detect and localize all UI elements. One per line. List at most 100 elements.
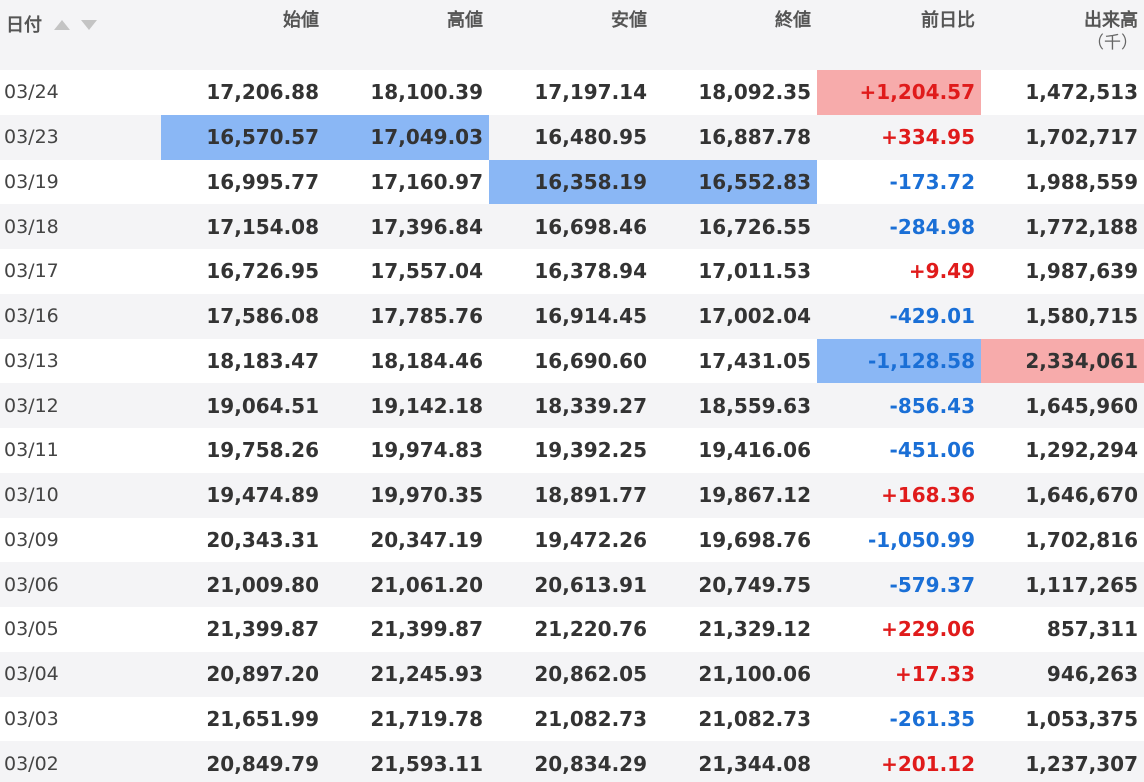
close-cell: 19,867.12 (653, 472, 817, 518)
table-row: 03/13 18,183.47 18,184.46 16,690.60 17,431.0… (0, 338, 1144, 384)
change-cell: -1,050.99 (868, 527, 975, 552)
close-cell: 16,887.78 (653, 114, 817, 160)
volume-cell: 1,580,715 (981, 293, 1144, 339)
high-cell: 21,719.78 (370, 706, 483, 731)
low-cell: 18,891.77 (489, 472, 653, 518)
date-cell: 03/19 (4, 170, 59, 193)
low-cell: 16,378.94 (534, 259, 647, 284)
low-cell: 16,690.60 (534, 348, 647, 373)
volume-cell: 1,646,670 (981, 472, 1144, 518)
high-cell: 21,399.87 (370, 617, 483, 642)
table-row: 03/05 21,399.87 21,399.87 21,220.76 21,329.1… (0, 607, 1144, 652)
date-cell: 03/03 (4, 707, 59, 730)
change-cell: -429.01 (817, 293, 981, 339)
table-row: 03/17 16,726.95 17,557.04 16,378.94 17,011.5… (0, 249, 1144, 294)
low-cell: 19,472.26 (534, 527, 647, 552)
change-cell: -579.37 (817, 562, 981, 607)
table-row: 03/24 17,206.88 18,100.39 17,197.14 18,092.3… (0, 70, 1144, 115)
date-header-label: 日付 (6, 15, 42, 36)
high-cell: 19,142.18 (325, 383, 489, 428)
sort-controls (54, 14, 100, 36)
sort-ascending-icon[interactable] (54, 20, 71, 30)
low-cell: 16,358.19 (489, 159, 653, 205)
change-cell: +334.95 (817, 114, 981, 160)
change-cell: +17.33 (817, 651, 981, 697)
high-cell: 17,557.04 (370, 259, 483, 284)
close-cell: 19,416.06 (698, 438, 811, 463)
low-cell: 17,197.14 (534, 80, 647, 105)
open-column-header: 始値 (161, 0, 325, 70)
date-cell: 03/13 (4, 349, 59, 372)
volume-cell: 1,053,375 (1025, 706, 1138, 731)
table-row: 03/16 17,586.08 17,785.76 16,914.45 17,002.0… (0, 293, 1144, 339)
volume-cell: 1,772,188 (981, 204, 1144, 249)
high-cell: 17,160.97 (370, 169, 483, 194)
high-cell: 19,970.35 (325, 472, 489, 518)
change-cell: -173.72 (889, 169, 975, 194)
volume-cell: 1,702,717 (981, 114, 1144, 160)
date-cell: 03/02 (0, 741, 161, 782)
volume-cell: 1,117,265 (981, 562, 1144, 607)
volume-column-header: 出来高 （千） (981, 0, 1144, 70)
volume-cell: 1,472,513 (1025, 80, 1138, 105)
date-cell: 03/17 (4, 260, 59, 283)
volume-cell: 946,263 (981, 651, 1144, 697)
high-column-header: 高値 (325, 0, 489, 70)
low-cell: 16,480.95 (489, 114, 653, 160)
date-cell: 03/18 (0, 204, 161, 249)
low-cell: 16,698.46 (489, 204, 653, 249)
open-cell: 19,064.51 (161, 383, 325, 428)
date-cell: 03/10 (0, 472, 161, 518)
date-cell: 03/16 (0, 293, 161, 339)
high-cell: 18,184.46 (370, 348, 483, 373)
close-cell: 21,329.12 (698, 617, 811, 642)
close-cell: 17,002.04 (653, 293, 817, 339)
date-cell: 03/12 (0, 383, 161, 428)
high-cell: 17,785.76 (325, 293, 489, 339)
table-row: 03/06 21,009.80 21,061.20 20,613.91 20,749.7… (0, 562, 1144, 607)
date-cell: 03/24 (4, 81, 59, 104)
close-cell: 21,344.08 (653, 741, 817, 782)
change-cell: -1,128.58 (817, 338, 981, 384)
low-cell: 16,914.45 (489, 293, 653, 339)
table-row: 03/11 19,758.26 19,974.83 19,392.25 19,416.0… (0, 428, 1144, 473)
close-cell: 21,082.73 (698, 706, 811, 731)
close-cell: 17,011.53 (698, 259, 811, 284)
change-cell: +201.12 (817, 741, 981, 782)
open-cell: 17,206.88 (206, 80, 319, 105)
date-column-header[interactable]: 日付 (0, 0, 161, 70)
date-cell: 03/23 (0, 114, 161, 160)
table-row: 03/02 20,849.79 21,593.11 20,834.29 21,344.0… (0, 741, 1144, 782)
table-row: 03/09 20,343.31 20,347.19 19,472.26 19,698.7… (0, 518, 1144, 563)
high-cell: 17,049.03 (325, 114, 489, 160)
open-cell: 18,183.47 (206, 348, 319, 373)
sort-descending-icon[interactable] (80, 20, 97, 30)
change-cell: -451.06 (889, 438, 975, 463)
close-cell: 20,749.75 (653, 562, 817, 607)
change-cell: +9.49 (908, 259, 975, 284)
change-cell: -261.35 (889, 706, 975, 731)
high-cell: 17,396.84 (325, 204, 489, 249)
low-cell: 21,220.76 (534, 617, 647, 642)
open-cell: 20,343.31 (206, 527, 319, 552)
low-cell: 21,082.73 (534, 706, 647, 731)
change-cell: +1,204.57 (817, 70, 981, 115)
low-cell: 19,392.25 (534, 438, 647, 463)
table-row: 03/18 17,154.08 17,396.84 16,698.46 16,726.5… (0, 204, 1144, 249)
open-cell: 19,474.89 (161, 472, 325, 518)
open-cell: 16,726.95 (206, 259, 319, 284)
price-history-table: 日付 始値 高値 安値 終値 前日比 出来高 （千） 03/24 17,206.8… (0, 0, 1144, 782)
open-cell: 17,586.08 (161, 293, 325, 339)
low-cell: 20,862.05 (489, 651, 653, 697)
low-cell: 18,339.27 (489, 383, 653, 428)
change-cell: -284.98 (817, 204, 981, 249)
low-column-header: 安値 (489, 0, 653, 70)
change-column-header: 前日比 (817, 0, 981, 70)
table-row: 03/23 16,570.57 17,049.03 16,480.95 16,887.7… (0, 114, 1144, 160)
change-cell: +229.06 (881, 617, 975, 642)
open-cell: 19,758.26 (206, 438, 319, 463)
change-cell: -856.43 (817, 383, 981, 428)
open-cell: 21,009.80 (161, 562, 325, 607)
close-cell: 17,431.05 (698, 348, 811, 373)
volume-cell: 1,987,639 (1025, 259, 1138, 284)
